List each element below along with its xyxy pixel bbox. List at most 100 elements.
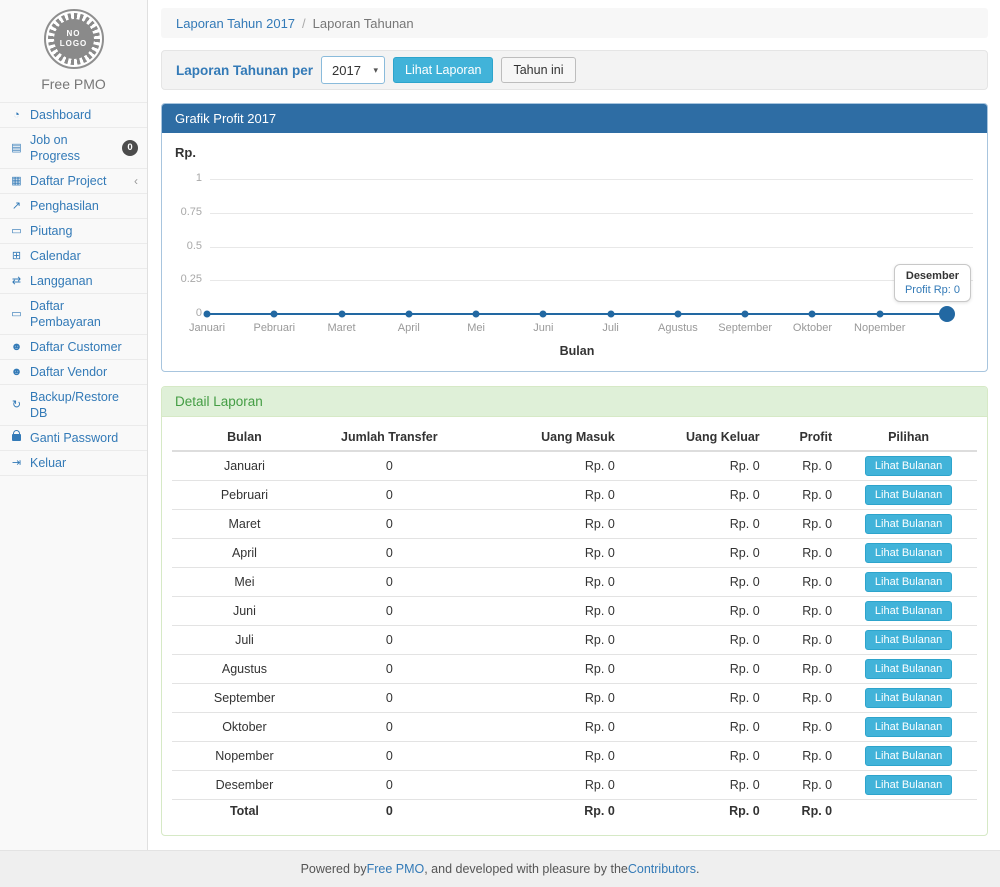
sidebar-item-daftar-vendor[interactable]: ☻Daftar Vendor — [0, 360, 147, 385]
sidebar-item-daftar-project[interactable]: ▦Daftar Project‹ — [0, 169, 147, 194]
table-cell: Desember — [172, 771, 317, 800]
sidebar-item-daftar-customer[interactable]: ☻Daftar Customer — [0, 335, 147, 360]
table-row: Juli0Rp. 0Rp. 0Rp. 0Lihat Bulanan — [172, 626, 977, 655]
sidebar-item-penghasilan[interactable]: ↗Penghasilan — [0, 194, 147, 219]
sidebar-item-label: Daftar Pembayaran — [30, 298, 138, 330]
table-cell: Rp. 0 — [462, 568, 623, 597]
data-point-oktober[interactable] — [809, 311, 816, 318]
gridline — [210, 213, 973, 214]
data-point-nopember[interactable] — [876, 311, 883, 318]
data-point-september[interactable] — [742, 311, 749, 318]
tooltip-title: Desember — [905, 270, 960, 282]
table-cell: Januari — [172, 451, 317, 481]
footer-text-suffix: . — [696, 862, 699, 876]
view-month-button[interactable]: Lihat Bulanan — [865, 746, 952, 766]
sidebar-item-backup-restore-db[interactable]: ↻Backup/Restore DB — [0, 385, 147, 426]
table-row: Mei0Rp. 0Rp. 0Rp. 0Lihat Bulanan — [172, 568, 977, 597]
sidebar-item-label: Dashboard — [30, 107, 91, 123]
footer-link-contributors[interactable]: Contributors — [628, 862, 696, 876]
data-point-pebruari[interactable] — [271, 311, 278, 318]
sidebar-item-piutang[interactable]: ▭Piutang — [0, 219, 147, 244]
view-month-button[interactable]: Lihat Bulanan — [865, 456, 952, 476]
sidebar-item-label: Ganti Password — [30, 430, 118, 446]
table-cell: 0 — [317, 568, 462, 597]
table-cell: Rp. 0 — [623, 451, 768, 481]
data-point-agustus[interactable] — [674, 311, 681, 318]
sidebar-item-ganti-password[interactable]: Ganti Password — [0, 426, 147, 451]
logo-block: NO LOGO Free PMO — [0, 0, 147, 102]
view-report-button[interactable]: Lihat Laporan — [393, 57, 493, 83]
x-tick-label: Maret — [327, 322, 355, 334]
table-cell: Rp. 0 — [462, 481, 623, 510]
sidebar-item-keluar[interactable]: ⇥Keluar — [0, 451, 147, 475]
data-point-juli[interactable] — [607, 311, 614, 318]
data-point-mei[interactable] — [473, 311, 480, 318]
logo-circle: NO LOGO — [54, 19, 94, 59]
y-tick-label: 0.5 — [162, 240, 202, 252]
table-cell: Maret — [172, 510, 317, 539]
view-month-button[interactable]: Lihat Bulanan — [865, 572, 952, 592]
table-cell: Rp. 0 — [768, 451, 840, 481]
view-month-button[interactable]: Lihat Bulanan — [865, 543, 952, 563]
view-month-button[interactable]: Lihat Bulanan — [865, 688, 952, 708]
table-cell: Rp. 0 — [623, 684, 768, 713]
table-cell: Rp. 0 — [768, 684, 840, 713]
y-tick-label: 0.75 — [162, 206, 202, 218]
dashboard-icon: ◔ — [9, 107, 24, 123]
table-cell: Rp. 0 — [623, 481, 768, 510]
sidebar-item-label: Backup/Restore DB — [30, 389, 138, 421]
chart-panel-title: Grafik Profit 2017 — [162, 104, 987, 133]
breadcrumb-link-laporan-tahun[interactable]: Laporan Tahun 2017 — [176, 16, 295, 31]
profit-chart-panel: Grafik Profit 2017 Rp. JanuariPebruariMa… — [161, 103, 988, 372]
view-month-button[interactable]: Lihat Bulanan — [865, 630, 952, 650]
table-cell: September — [172, 684, 317, 713]
table-cell: April — [172, 539, 317, 568]
view-month-button[interactable]: Lihat Bulanan — [865, 514, 952, 534]
table-row: Juni0Rp. 0Rp. 0Rp. 0Lihat Bulanan — [172, 597, 977, 626]
view-month-button[interactable]: Lihat Bulanan — [865, 717, 952, 737]
sidebar-item-daftar-pembayaran[interactable]: ▭Daftar Pembayaran — [0, 294, 147, 335]
year-select-value: 2017 — [332, 63, 361, 78]
sidebar-item-langganan[interactable]: ⇄Langganan — [0, 269, 147, 294]
view-month-button[interactable]: Lihat Bulanan — [865, 659, 952, 679]
table-cell: 0 — [317, 481, 462, 510]
this-year-button[interactable]: Tahun ini — [501, 57, 575, 83]
sidebar-item-label: Penghasilan — [30, 198, 99, 214]
data-point-maret[interactable] — [338, 311, 345, 318]
table-cell: 0 — [317, 451, 462, 481]
chart-line — [207, 313, 947, 315]
table-cell: Rp. 0 — [623, 713, 768, 742]
footer-link-free-pmo[interactable]: Free PMO — [367, 862, 425, 876]
data-point-juni[interactable] — [540, 311, 547, 318]
table-icon: ▦ — [9, 173, 24, 189]
sidebar-item-calendar[interactable]: ⊞Calendar — [0, 244, 147, 269]
data-point-desember[interactable] — [939, 306, 955, 322]
sidebar-item-label: Job on Progress — [30, 132, 116, 164]
sidebar-item-label: Daftar Customer — [30, 339, 122, 355]
chart-tooltip: Desember Profit Rp: 0 — [894, 264, 971, 302]
x-axis-labels: JanuariPebruariMaretAprilMeiJuniJuliAgus… — [207, 322, 947, 336]
logo-text-line2: LOGO — [60, 39, 88, 49]
table-cell: Mei — [172, 568, 317, 597]
table-panel-title: Detail Laporan — [162, 387, 987, 417]
data-point-januari[interactable] — [204, 311, 211, 318]
report-toolbar: Laporan Tahunan per 2017 ▾ Lihat Laporan… — [161, 50, 988, 90]
table-cell: 0 — [317, 713, 462, 742]
view-month-button[interactable]: Lihat Bulanan — [865, 485, 952, 505]
sidebar-item-job-on-progress[interactable]: ▤Job on Progress0 — [0, 128, 147, 169]
table-cell: Rp. 0 — [462, 713, 623, 742]
chevron-left-icon: ‹ — [134, 173, 138, 189]
sidebar-item-dashboard[interactable]: ◔ Dashboard — [0, 103, 147, 128]
view-month-button[interactable]: Lihat Bulanan — [865, 601, 952, 621]
year-select[interactable]: 2017 ▾ — [321, 56, 385, 84]
x-axis-title: Bulan — [207, 344, 947, 358]
money-icon: ▭ — [9, 223, 24, 239]
table-cell: 0 — [317, 655, 462, 684]
table-row: Oktober0Rp. 0Rp. 0Rp. 0Lihat Bulanan — [172, 713, 977, 742]
view-month-button[interactable]: Lihat Bulanan — [865, 775, 952, 795]
gridline — [210, 247, 973, 248]
table-row: Januari0Rp. 0Rp. 0Rp. 0Lihat Bulanan — [172, 451, 977, 481]
data-point-april[interactable] — [405, 311, 412, 318]
table-cell: Rp. 0 — [462, 626, 623, 655]
x-tick-label: Juni — [533, 322, 553, 334]
